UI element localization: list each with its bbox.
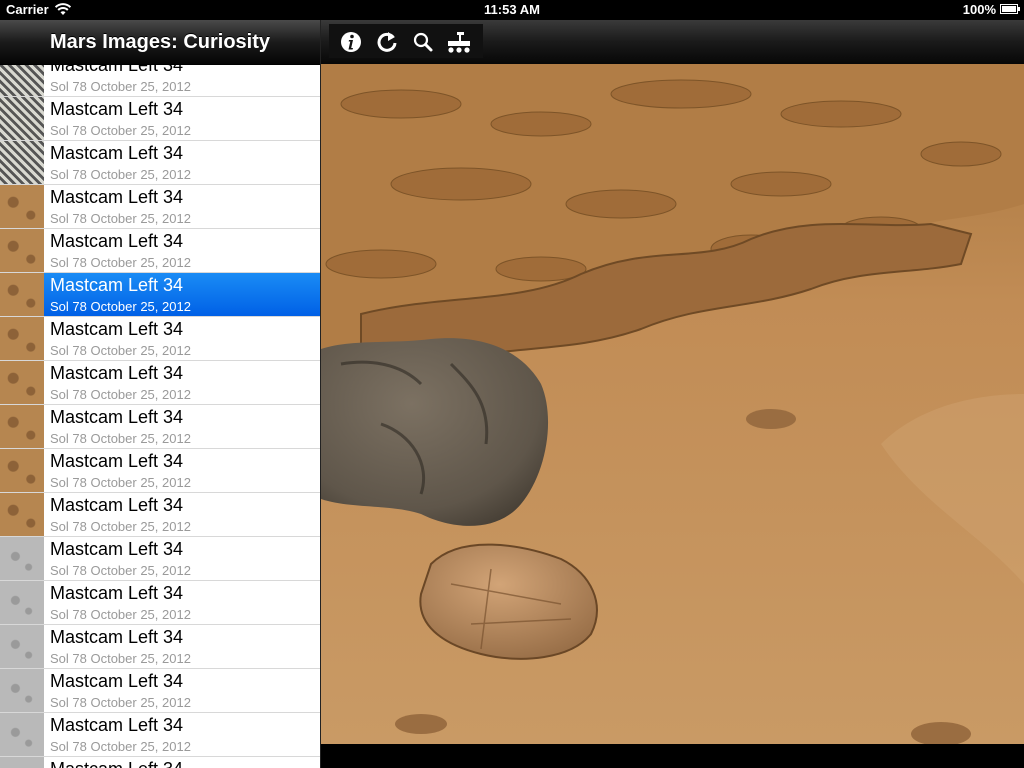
list-item[interactable]: Mastcam Left 34 Sol 78 October 25, 2012	[0, 405, 320, 449]
list-item[interactable]: Mastcam Left 34 Sol 78 October 25, 2012	[0, 141, 320, 185]
list-item-subtitle: Sol 78 October 25, 2012	[50, 299, 191, 314]
image-thumbnail	[0, 229, 44, 272]
list-item-title: Mastcam Left 34	[50, 319, 184, 339]
list-item-title: Mastcam Left 34	[50, 539, 184, 559]
image-thumbnail	[0, 361, 44, 404]
list-item-title: Mastcam Left 34	[50, 363, 184, 383]
image-thumbnail	[0, 317, 44, 360]
list-item[interactable]: Mastcam Left 34Sol 78 October 25, 2012	[0, 757, 320, 768]
list-item-title: Mastcam Left 34	[50, 231, 184, 251]
list-item-title: Mastcam Left 34	[50, 627, 184, 647]
image-thumbnail	[0, 97, 44, 140]
battery-icon	[1000, 4, 1020, 14]
list-item[interactable]: Mastcam Left 34 Sol 78 October 25, 2012	[0, 625, 320, 669]
list-item-subtitle: Sol 78 October 25, 2012	[50, 79, 191, 94]
list-item-subtitle: Sol 78 October 25, 2012	[50, 343, 191, 358]
image-detail-panel	[321, 20, 1024, 768]
list-item[interactable]: Mastcam Left 34 Sol 78 October 25, 2012	[0, 317, 320, 361]
search-icon[interactable]	[409, 28, 437, 56]
list-item-subtitle: Sol 78 October 25, 2012	[50, 255, 191, 270]
list-item[interactable]: Mastcam Left 34 Sol 78 October 25, 2012	[0, 537, 320, 581]
image-thumbnail	[0, 669, 44, 712]
list-item[interactable]: Mastcam Left 34 Sol 78 October 25, 2012	[0, 273, 320, 317]
image-thumbnail	[0, 493, 44, 536]
image-thumbnail	[0, 581, 44, 624]
image-thumbnail	[0, 625, 44, 668]
image-thumbnail	[0, 141, 44, 184]
list-item-subtitle: Sol 78 October 25, 2012	[50, 651, 191, 666]
battery-percent: 100%	[962, 2, 996, 17]
list-item-subtitle: Sol 78 October 25, 2012	[50, 431, 191, 446]
list-item-title: Mastcam Left 34	[50, 671, 184, 691]
list-item-title: Mastcam Left 34	[50, 495, 184, 515]
mars-terrain-picture	[321, 64, 1024, 744]
list-item-title: Mastcam Left 34	[50, 275, 184, 295]
list-item-subtitle: Sol 78 October 25, 2012	[50, 519, 191, 534]
list-item[interactable]: Mastcam Left 34 Sol 78 October 25, 2012	[0, 713, 320, 757]
mars-surface-image[interactable]	[321, 64, 1024, 744]
list-item[interactable]: Mastcam Left 34 Sol 78 October 25, 2012	[0, 97, 320, 141]
image-thumbnail	[0, 449, 44, 492]
list-item-subtitle: Sol 78 October 25, 2012	[50, 695, 191, 710]
clock: 11:53 AM	[484, 2, 540, 17]
image-thumbnail	[0, 713, 44, 756]
rover-icon[interactable]	[445, 28, 473, 56]
image-list-panel: Mars Images: Curiosity Mastcam Left 34 So…	[0, 20, 321, 768]
list-item[interactable]: Mastcam Left 34 Sol 78 October 25, 2012	[0, 229, 320, 273]
image-thumbnail	[0, 757, 44, 768]
list-item-title: Mastcam Left 34	[50, 407, 184, 427]
list-item-title: Mastcam Left 34	[50, 99, 184, 119]
list-item-title: Mastcam Left 34	[50, 759, 183, 768]
list-item-title: Mastcam Left 34	[50, 187, 184, 207]
list-item[interactable]: Mastcam Left 34 Sol 78 October 25, 2012	[0, 361, 320, 405]
list-item[interactable]: Mastcam Left 34 Sol 78 October 25, 2012	[0, 449, 320, 493]
list-item-subtitle: Sol 78 October 25, 2012	[50, 167, 191, 182]
list-item-subtitle: Sol 78 October 25, 2012	[50, 739, 191, 754]
image-thumbnail	[0, 405, 44, 448]
status-bar: Carrier 11:53 AM 100%	[0, 0, 1024, 20]
refresh-icon[interactable]	[373, 28, 401, 56]
list-item-subtitle: Sol 78 October 25, 2012	[50, 563, 191, 578]
list-item-subtitle: Sol 78 October 25, 2012	[50, 211, 191, 226]
list-item-title: Mastcam Left 34	[50, 451, 184, 471]
image-thumbnail	[0, 273, 44, 316]
app-title: Mars Images: Curiosity	[49, 31, 271, 53]
list-item-title: Mastcam Left 34	[50, 583, 184, 603]
list-item-subtitle: Sol 78 October 25, 2012	[50, 123, 191, 138]
toolbar-button-group	[329, 24, 483, 58]
list-item-subtitle: Sol 78 October 25, 2012	[50, 607, 191, 622]
detail-toolbar	[321, 20, 1024, 64]
list-item-title: Mastcam Left 34	[50, 715, 184, 735]
list-nav-bar: Mars Images: Curiosity	[0, 20, 320, 65]
list-item-subtitle: Sol 78 October 25, 2012	[50, 387, 191, 402]
list-item-title: Mastcam Left 34	[50, 143, 184, 163]
image-thumbnail	[0, 185, 44, 228]
list-item[interactable]: Mastcam Left 34 Sol 78 October 25, 2012	[0, 185, 320, 229]
list-item[interactable]: Mastcam Left 34 Sol 78 October 25, 2012	[0, 669, 320, 713]
list-item-subtitle: Sol 78 October 25, 2012	[50, 475, 191, 490]
image-thumbnail	[0, 537, 44, 580]
list-item[interactable]: Mastcam Left 34 Sol 78 October 25, 2012	[0, 493, 320, 537]
list-item[interactable]: Mastcam Left 34 Sol 78 October 25, 2012	[0, 581, 320, 625]
info-icon[interactable]	[337, 28, 365, 56]
